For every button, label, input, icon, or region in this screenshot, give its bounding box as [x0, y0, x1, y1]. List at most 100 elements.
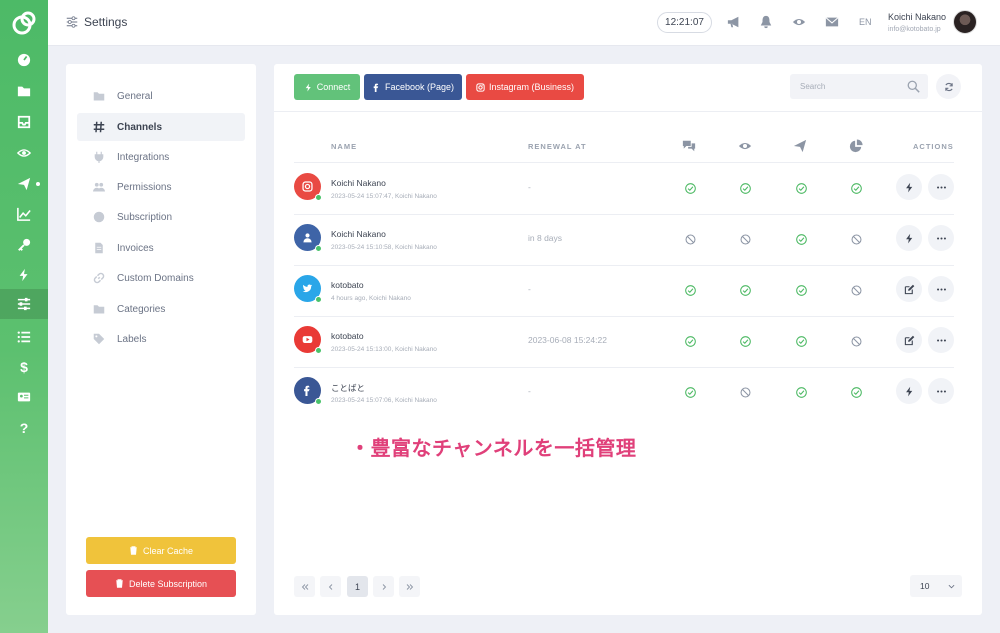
channel-meta: 2023-05-24 15:07:47, Koichi Nakano [331, 193, 437, 200]
chart-icon[interactable] [0, 199, 48, 229]
connect-action-button[interactable] [896, 378, 922, 404]
bolt-icon[interactable] [0, 260, 48, 290]
ban-icon [851, 283, 862, 296]
online-status-dot [315, 194, 322, 201]
folder-icon[interactable] [0, 76, 48, 106]
eye-icon[interactable] [791, 14, 807, 30]
ban-icon [851, 232, 862, 245]
sidebar-item-custom-domains[interactable]: Custom Domains [77, 264, 245, 292]
chevron-left-icon [328, 583, 332, 590]
sidebar-item-invoices[interactable]: Invoices [77, 234, 245, 262]
edit-action-button[interactable] [896, 276, 922, 302]
sidebar-item-channels[interactable]: Channels [77, 113, 245, 141]
sliders-icon[interactable] [0, 289, 48, 319]
clear-cache-button[interactable]: Clear Cache [86, 537, 236, 564]
first-page-button[interactable] [294, 576, 315, 597]
twitter-icon [302, 284, 313, 293]
key-icon[interactable] [0, 230, 48, 260]
sidebar-item-label: Categories [117, 303, 166, 315]
table-row[interactable]: kotobato 4 hours ago, Koichi Nakano - [274, 265, 982, 316]
folder-icon [93, 90, 105, 102]
online-status-dot [315, 245, 322, 252]
facebook-page-button[interactable]: Facebook (Page) [364, 74, 462, 100]
language-switch[interactable]: EN [859, 17, 872, 27]
renewal-at: - [528, 386, 531, 396]
sidebar-item-integrations[interactable]: Integrations [77, 143, 245, 171]
channel-meta: 2023-05-24 15:07:06, Koichi Nakano [331, 397, 437, 404]
more-actions-button[interactable] [928, 327, 954, 353]
check-circle-icon [796, 232, 807, 245]
trash-icon [116, 579, 123, 588]
channel-name[interactable]: kotobato [331, 331, 364, 341]
more-actions-button[interactable] [928, 174, 954, 200]
connect-action-button[interactable] [896, 174, 922, 200]
more-actions-button[interactable] [928, 378, 954, 404]
bell-icon[interactable] [758, 14, 774, 30]
sidebar-item-labels[interactable]: Labels [77, 325, 245, 353]
dashboard-icon[interactable] [0, 45, 48, 75]
connect-label: Connect [316, 82, 351, 92]
connect-action-button[interactable] [896, 225, 922, 251]
ban-icon [685, 232, 696, 245]
per-page-select[interactable]: 10 [910, 575, 962, 597]
megaphone-icon[interactable] [726, 14, 742, 30]
user-name: Koichi Nakano [888, 12, 947, 22]
settings-sidebar: General Channels Integrations Permission… [66, 64, 256, 615]
connect-button[interactable]: Connect [294, 74, 360, 100]
last-page-button[interactable] [399, 576, 420, 597]
promo-annotation: ・豊富なチャンネルを一括管理 [350, 438, 637, 460]
list-icon[interactable] [0, 322, 48, 352]
search-input[interactable] [790, 74, 902, 99]
instagram-label: Instagram (Business) [488, 82, 575, 92]
mail-icon[interactable] [824, 14, 840, 30]
prev-page-button[interactable] [320, 576, 341, 597]
table-row[interactable]: Koichi Nakano 2023-05-24 15:07:47, Koich… [274, 163, 982, 214]
page-number-button[interactable]: 1 [347, 576, 368, 597]
more-actions-button[interactable] [928, 225, 954, 251]
folder-icon [93, 303, 105, 315]
channel-name[interactable]: kotobato [331, 280, 364, 290]
users-icon [93, 181, 105, 193]
channel-name[interactable]: Koichi Nakano [331, 178, 386, 188]
check-circle-icon [740, 334, 751, 347]
app-logo[interactable] [0, 0, 48, 46]
tag-icon [93, 333, 105, 345]
dollar-icon[interactable]: $ [0, 352, 48, 382]
delete-subscription-button[interactable]: Delete Subscription [86, 570, 236, 597]
edit-action-button[interactable] [896, 327, 922, 353]
instagram-business-button[interactable]: Instagram (Business) [466, 74, 584, 100]
sidebar-item-general[interactable]: General [77, 82, 245, 110]
eye-icon[interactable] [0, 138, 48, 168]
more-actions-button[interactable] [928, 276, 954, 302]
inbox-icon[interactable] [0, 107, 48, 137]
channels-toolbar: Connect Facebook (Page) Instagram (Busin… [274, 64, 982, 112]
check-circle-icon [851, 385, 862, 398]
column-header-renewal[interactable]: RENEWAL AT [528, 142, 587, 151]
top-header: Settings 12:21:07 EN Koichi Nakano info@… [48, 0, 1000, 46]
id-card-icon[interactable] [0, 382, 48, 412]
renewal-at: 2023-06-08 15:24:22 [528, 335, 607, 345]
plug-icon [93, 151, 105, 163]
column-header-name[interactable]: NAME [331, 142, 357, 151]
help-icon[interactable]: ? [0, 413, 48, 443]
chevron-down-icon [948, 584, 955, 589]
sidebar-item-permissions[interactable]: Permissions [77, 173, 245, 201]
search-icon[interactable] [907, 80, 920, 93]
search-box [790, 74, 928, 99]
table-row[interactable]: ことばと 2023-05-24 15:07:06, Koichi Nakano … [274, 367, 982, 418]
renewal-at: - [528, 182, 531, 192]
channel-name[interactable]: ことばと [331, 382, 365, 394]
send-icon[interactable] [0, 169, 48, 199]
user-icon [303, 233, 312, 243]
avatar[interactable] [953, 10, 977, 34]
refresh-button[interactable] [936, 74, 961, 99]
delete-subscription-label: Delete Subscription [128, 578, 208, 589]
renewal-at: in 8 days [528, 233, 563, 243]
table-row[interactable]: Koichi Nakano 2023-05-24 15:10:58, Koich… [274, 214, 982, 265]
table-row[interactable]: kotobato 2023-05-24 15:13:00, Koichi Nak… [274, 316, 982, 367]
sidebar-item-subscription[interactable]: Subscription [77, 203, 245, 231]
channel-name[interactable]: Koichi Nakano [331, 229, 386, 239]
next-page-button[interactable] [373, 576, 394, 597]
sidebar-item-categories[interactable]: Categories [77, 295, 245, 323]
more-icon [936, 236, 946, 240]
